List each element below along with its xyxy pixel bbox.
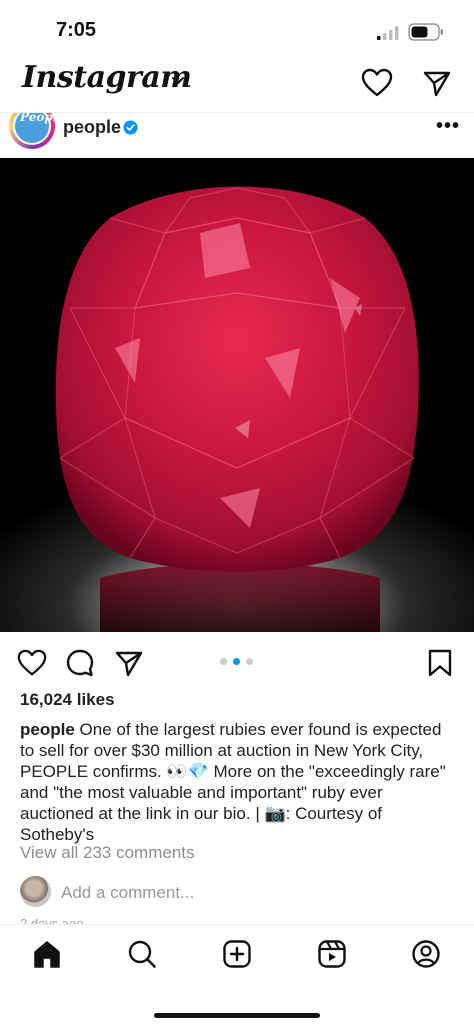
create-icon[interactable] [222,939,252,969]
instagram-logo[interactable]: Instagram [22,60,192,95]
view-comments-link[interactable]: View all 233 comments [20,843,195,863]
avatar-logo-text: People [20,113,55,124]
more-options-icon[interactable]: ••• [436,115,460,138]
like-icon[interactable] [17,648,47,678]
post-timestamp: 2 days ago [20,916,84,924]
direct-message-icon[interactable] [422,68,452,98]
post-username[interactable]: people [63,117,121,138]
current-user-avatar [20,876,51,907]
profile-icon[interactable] [411,939,441,969]
carousel-dot [220,658,227,665]
reels-icon[interactable] [317,939,347,969]
caption-username[interactable]: people [20,720,75,739]
carousel-dot-active [233,658,240,665]
ruby-photo [0,158,474,632]
home-indicator [154,1013,320,1018]
post-image[interactable] [0,158,474,632]
chevron-down-icon[interactable] [170,74,186,88]
caption-text: One of the largest rubies ever found is … [20,720,446,844]
save-icon[interactable] [425,648,455,678]
verified-badge-icon [123,120,138,135]
bottom-nav [0,924,474,1025]
status-time: 7:05 [56,19,97,41]
status-bar: 7:05 [0,0,474,60]
heart-icon[interactable] [361,68,393,98]
add-comment-input[interactable]: Add a comment... [61,883,194,903]
share-icon[interactable] [114,648,144,678]
likes-count[interactable]: 16,024 likes [20,690,115,710]
post-caption: people One of the largest rubies ever fo… [20,719,460,845]
carousel-dot [246,658,253,665]
signal-icon [377,26,399,40]
battery-icon [408,23,443,41]
avatar[interactable]: People [9,113,55,149]
search-icon[interactable] [127,939,157,969]
post-header: People people ••• [0,112,474,158]
comment-icon[interactable] [65,648,95,678]
post-action-bar [0,640,474,684]
home-icon[interactable] [32,939,62,969]
app-header: Instagram [0,60,474,112]
carousel-indicator [220,658,256,666]
